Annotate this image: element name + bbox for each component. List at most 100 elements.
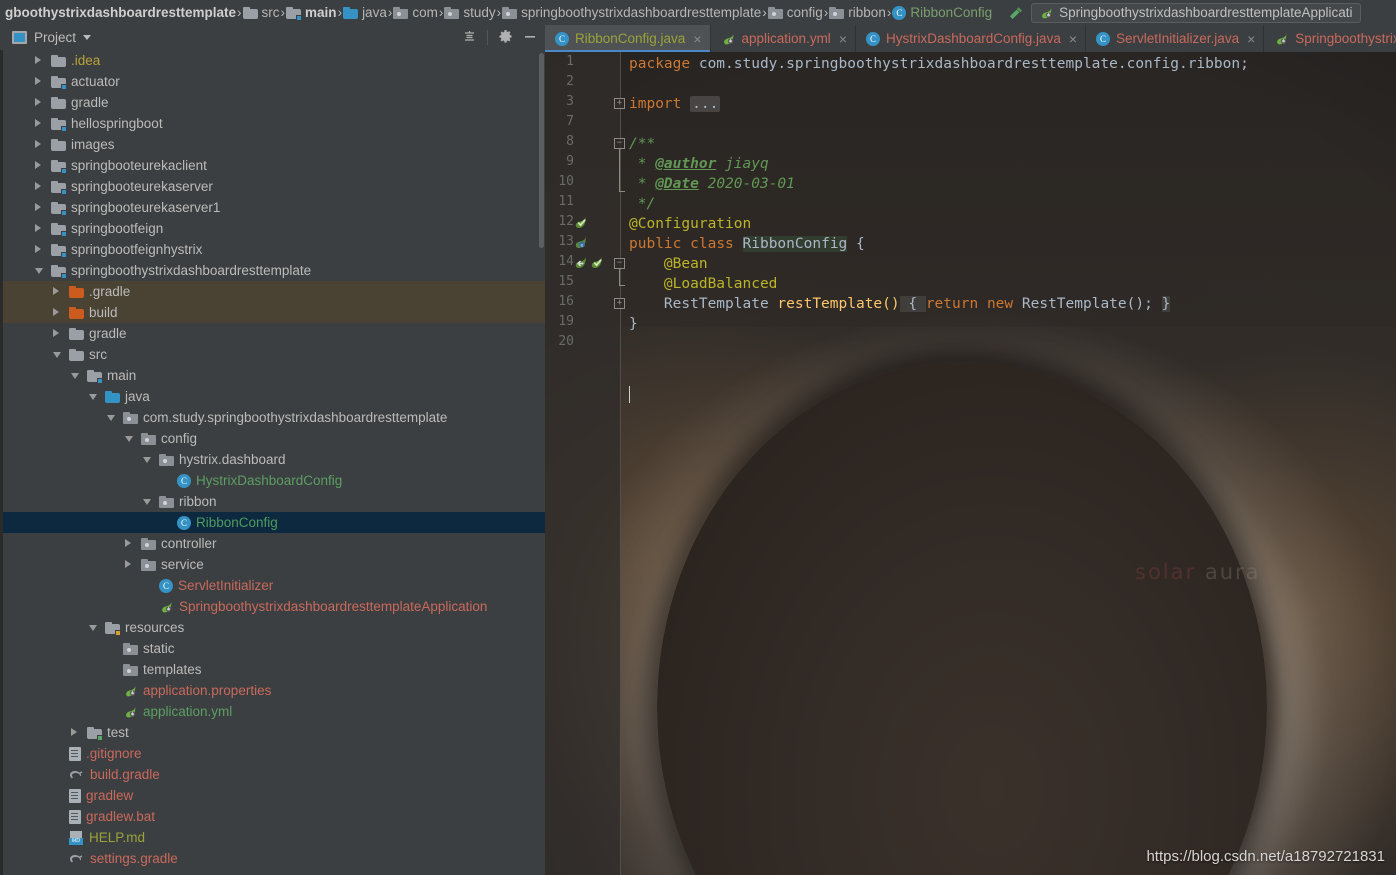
- close-icon[interactable]: ×: [1069, 31, 1077, 47]
- editor-tab-hystrixdashboardconfig-java[interactable]: C HystrixDashboardConfig.java ×: [856, 25, 1087, 52]
- code-editor[interactable]: solar aura 1 2 3 7 8 9 10 11 12 13 e 14 15 16 19 20 + − −…: [545, 52, 1396, 875]
- tree-item-config[interactable]: config: [3, 428, 545, 449]
- chevron-right-icon[interactable]: [125, 539, 131, 547]
- hammer-icon[interactable]: [1007, 5, 1025, 21]
- tree-item-images[interactable]: images: [3, 134, 545, 155]
- breadcrumb-item-study[interactable]: study: [443, 0, 496, 25]
- editor-tab-application-yml[interactable]: application.yml ×: [711, 25, 856, 52]
- gear-icon[interactable]: [498, 29, 513, 47]
- close-icon[interactable]: ×: [1247, 31, 1255, 47]
- chevron-right-icon[interactable]: [35, 182, 41, 190]
- spring-bean-arrow-icon[interactable]: [573, 255, 588, 270]
- tree-item-ribbonconfig[interactable]: C RibbonConfig: [3, 512, 545, 533]
- close-icon[interactable]: ×: [839, 31, 847, 47]
- chevron-right-icon[interactable]: [35, 56, 41, 64]
- tree-item-hellospringboot[interactable]: hellospringboot: [3, 113, 545, 134]
- chevron-down-icon[interactable]: [143, 457, 151, 463]
- project-tree[interactable]: .idea actuator gradle hellospringboot images…: [0, 50, 545, 875]
- chevron-right-icon[interactable]: [35, 98, 41, 106]
- breadcrumb-item-springboothystrixdashboardresttemplate[interactable]: springboothystrixdashboardresttemplate: [501, 0, 762, 25]
- chevron-down-icon[interactable]: [35, 268, 43, 274]
- chevron-right-icon[interactable]: [35, 224, 41, 232]
- chevron-right-icon[interactable]: [35, 77, 41, 85]
- chevron-right-icon[interactable]: [53, 308, 59, 316]
- chevron-down-icon[interactable]: [71, 373, 79, 379]
- close-icon[interactable]: ×: [693, 31, 701, 47]
- chevron-right-icon[interactable]: [71, 728, 77, 736]
- minimize-icon[interactable]: [523, 29, 537, 46]
- tree-item-application-properties[interactable]: application.properties: [3, 680, 545, 701]
- tree-item-springbooteurekaserver[interactable]: springbooteurekaserver: [3, 176, 545, 197]
- chevron-right-icon[interactable]: [53, 287, 59, 295]
- tree-item-actuator[interactable]: actuator: [3, 71, 545, 92]
- chevron-down-icon[interactable]: [53, 352, 61, 358]
- editor-tab-servletinitializer-java[interactable]: C ServletInitializer.java ×: [1086, 25, 1265, 52]
- chevron-right-icon[interactable]: [125, 560, 131, 568]
- spring-config-class-icon[interactable]: e: [573, 235, 588, 250]
- chevron-right-icon[interactable]: [35, 203, 41, 211]
- tree-item-gradlew-bat[interactable]: gradlew.bat: [3, 806, 545, 827]
- tree-item-gradlew[interactable]: gradlew: [3, 785, 545, 806]
- breadcrumb-item-main[interactable]: main: [285, 0, 338, 25]
- code-content[interactable]: package com.study.springboothystrixdashb…: [629, 52, 1396, 875]
- project-tree-scrollbar[interactable]: [539, 53, 544, 248]
- tree-item-help-md[interactable]: MD HELP.md: [3, 827, 545, 848]
- tree-item-src[interactable]: src: [3, 344, 545, 365]
- tree-item--idea[interactable]: .idea: [3, 50, 545, 71]
- run-configuration-selector[interactable]: SpringboothystrixdashboardresttemplateAp…: [1031, 2, 1361, 23]
- spring-bean-check-icon[interactable]: [573, 215, 588, 230]
- tree-item-ribbon[interactable]: ribbon: [3, 491, 545, 512]
- tree-item-java[interactable]: java: [3, 386, 545, 407]
- breadcrumb-item-ribbon[interactable]: ribbon: [828, 0, 887, 25]
- editor-tab-springboothystrixdashbo[interactable]: Springboothystrixdashbo: [1264, 25, 1396, 52]
- tree-item-controller[interactable]: controller: [3, 533, 545, 554]
- chevron-down-icon[interactable]: [125, 436, 133, 442]
- tree-item-settings-gradle[interactable]: settings.gradle: [3, 848, 545, 869]
- chevron-right-icon[interactable]: [35, 119, 41, 127]
- spring-bean-check-icon[interactable]: [589, 255, 604, 270]
- tree-item-springbootfeign[interactable]: springbootfeign: [3, 218, 545, 239]
- tree-item-test[interactable]: test: [3, 722, 545, 743]
- breadcrumb-item-gboothystrixdashboardresttemplate[interactable]: gboothystrixdashboardresttemplate: [0, 0, 237, 25]
- tree-item-build-gradle[interactable]: build.gradle: [3, 764, 545, 785]
- breadcrumb-item-src[interactable]: src: [242, 0, 281, 25]
- tree-item-com-study-springboothystrixdashboardresttemplate[interactable]: com.study.springboothystrixdashboardrest…: [3, 407, 545, 428]
- breadcrumb-item-ribbonconfig[interactable]: C RibbonConfig: [891, 0, 993, 25]
- chevron-right-icon[interactable]: [35, 161, 41, 169]
- editor-gutter[interactable]: 1 2 3 7 8 9 10 11 12 13 e 14 15 16 19 20: [545, 52, 621, 875]
- tree-item--gradle[interactable]: .gradle: [3, 281, 545, 302]
- tree-item-gradle[interactable]: gradle: [3, 323, 545, 344]
- breadcrumb-item-com[interactable]: com: [392, 0, 439, 25]
- tree-item-static[interactable]: static: [3, 638, 545, 659]
- tree-item-hystrix-dashboard[interactable]: hystrix.dashboard: [3, 449, 545, 470]
- tree-item-springbootfeignhystrix[interactable]: springbootfeignhystrix: [3, 239, 545, 260]
- tree-item-gradle[interactable]: gradle: [3, 92, 545, 113]
- tree-item--gitignore[interactable]: .gitignore: [3, 743, 545, 764]
- chevron-down-icon[interactable]: [89, 394, 97, 400]
- tree-item-hystrixdashboardconfig[interactable]: C HystrixDashboardConfig: [3, 470, 545, 491]
- chevron-down-icon[interactable]: [89, 625, 97, 631]
- chevron-down-icon[interactable]: [143, 499, 151, 505]
- chevron-right-icon[interactable]: [35, 245, 41, 253]
- breadcrumb-item-java[interactable]: java: [342, 0, 388, 25]
- tree-item-springbooteurekaclient[interactable]: springbooteurekaclient: [3, 155, 545, 176]
- editor-tab-ribbonconfig-java[interactable]: C RibbonConfig.java ×: [545, 25, 711, 52]
- chevron-right-icon[interactable]: [35, 140, 41, 148]
- breadcrumb-item-config[interactable]: config: [767, 0, 824, 25]
- chevron-down-icon[interactable]: [83, 35, 92, 40]
- tree-item-springboothystrixdashboardresttemplateapplication[interactable]: SpringboothystrixdashboardresttemplateAp…: [3, 596, 545, 617]
- tree-item-templates[interactable]: templates: [3, 659, 545, 680]
- tree-item-main[interactable]: main: [3, 365, 545, 386]
- tree-item-application-yml[interactable]: application.yml: [3, 701, 545, 722]
- chevron-down-icon[interactable]: [107, 415, 115, 421]
- chevron-right-icon[interactable]: [53, 329, 59, 337]
- fold-expand-marker-body[interactable]: +: [614, 298, 625, 309]
- collapse-all-icon[interactable]: [462, 29, 477, 47]
- tree-item-service[interactable]: service: [3, 554, 545, 575]
- tree-item-build[interactable]: build: [3, 302, 545, 323]
- tree-item-springbooteurekaserver1[interactable]: springbooteurekaserver1: [3, 197, 545, 218]
- fold-expand-marker-imports[interactable]: +: [614, 98, 625, 109]
- tree-item-resources[interactable]: resources: [3, 617, 545, 638]
- tree-item-servletinitializer[interactable]: C ServletInitializer: [3, 575, 545, 596]
- tree-item-springboothystrixdashboardresttemplate[interactable]: springboothystrixdashboardresttemplate: [3, 260, 545, 281]
